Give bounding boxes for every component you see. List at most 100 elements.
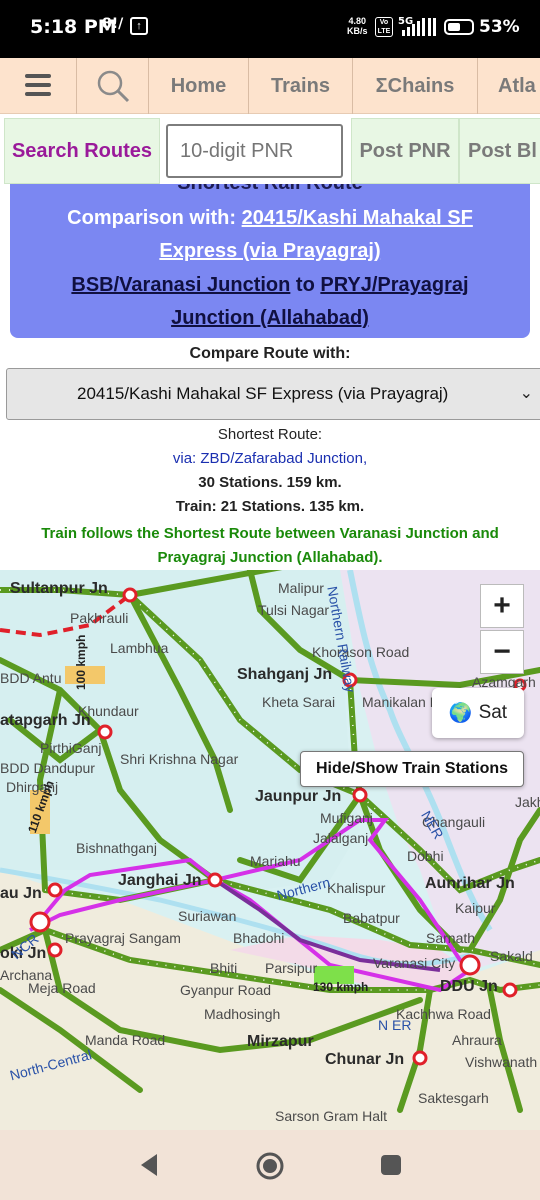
zoom-in-button[interactable]: + xyxy=(480,584,524,628)
map-station-label: Aunrihar Jn xyxy=(425,875,515,892)
battery-fill xyxy=(448,23,460,31)
route-stations: BSB/Varanasi Junction to PRYJ/Prayagraj … xyxy=(30,269,510,335)
network-speed: 4.80 KB/s xyxy=(347,16,368,36)
map-station-label: Manda Road xyxy=(85,1032,166,1048)
compare-route-selected: 20415/Kashi Mahakal SF Express (via Pray… xyxy=(77,384,449,403)
map-station-label: Madhosingh xyxy=(204,1006,281,1022)
map-station-label: Kaipur xyxy=(455,900,496,916)
map-station-label: Varanasi City xyxy=(373,955,456,971)
map-station-label: Lambhua xyxy=(110,640,169,656)
map-station-label: PirthiGanj xyxy=(40,740,102,756)
screen: 5:18 PM 8!/ ↑ 4.80 KB/s Vo LTE 5G 53% Ho… xyxy=(0,0,540,1200)
map-station-label: Chunar Jn xyxy=(325,1051,405,1068)
top-nav: Home Trains ΣChains Atla xyxy=(0,58,540,114)
map-station-label: Khalispur xyxy=(327,880,386,896)
map-station-label: Mufiganj xyxy=(320,810,373,826)
post-blog-button[interactable]: Post Bl xyxy=(459,118,540,184)
home-icon[interactable] xyxy=(255,1151,285,1181)
map-station-label: Ahraura xyxy=(452,1032,502,1048)
route-banner: Shortest Rail Route Comparison with: 204… xyxy=(10,184,530,338)
battery-icon xyxy=(444,19,474,35)
signal-icon: 5G xyxy=(398,16,436,36)
map-station-label: Gyanpur Road xyxy=(180,982,272,998)
map-station-label: DDU Jn xyxy=(440,978,498,995)
menu-button[interactable] xyxy=(0,58,77,114)
secondary-nav: Search Routes Post PNR Post Bl xyxy=(0,116,540,184)
map-station-label: Janghai Jn xyxy=(118,872,202,889)
search-icon xyxy=(97,70,129,103)
map-station-label: Suriawan xyxy=(178,908,237,924)
status-bar: 5:18 PM 8!/ ↑ 4.80 KB/s Vo LTE 5G 53% xyxy=(0,0,540,58)
shortest-route-stats: 30 Stations. 159 km. xyxy=(198,474,342,491)
toggle-stations-button[interactable]: Hide/Show Train Stations xyxy=(300,751,524,787)
comparison-text: Comparison with: 20415/Kashi Mahakal SF … xyxy=(30,202,510,268)
zoom-out-button[interactable]: − xyxy=(480,630,524,674)
pnr-input[interactable] xyxy=(166,124,343,178)
from-station-link[interactable]: BSB/Varanasi Junction xyxy=(71,274,290,296)
post-pnr-button[interactable]: Post PNR xyxy=(351,118,459,184)
map-station-label: Sarson Gram Halt xyxy=(275,1108,388,1124)
route-to-word: to xyxy=(295,274,315,296)
nav-home[interactable]: Home xyxy=(149,58,249,114)
map-station-label: Malipur xyxy=(278,580,324,596)
map-station-label: Prayagraj Sangam xyxy=(65,930,181,946)
via-link[interactable]: via: ZBD/Zafarabad Junction, xyxy=(0,450,540,467)
train-route-stats: Train: 21 Stations. 135 km. xyxy=(175,498,365,515)
compare-route-label: Compare Route with: xyxy=(189,345,351,362)
battery-percent: 53% xyxy=(479,17,520,37)
map-station-label: Khorason Road xyxy=(312,644,410,660)
map-station-label: Vishwanath Puri xyxy=(465,1054,540,1070)
map-station-label: Kheta Sarai xyxy=(262,694,336,710)
volte-icon: Vo LTE xyxy=(375,17,393,37)
map-station-label: Jakh xyxy=(515,794,540,810)
map-station-label: Pakhrauli xyxy=(70,610,129,626)
map-station-label: Sarnath xyxy=(426,930,476,946)
network-speed-value: 4.80 xyxy=(348,16,367,26)
upload-icon: ↑ xyxy=(130,17,148,35)
route-note: Train follows the Shortest Route between… xyxy=(41,525,499,566)
nav-atlas[interactable]: Atla xyxy=(478,58,540,114)
nav-trains[interactable]: Trains xyxy=(249,58,353,114)
map-station-label: Parsipur xyxy=(265,960,318,976)
recents-icon[interactable] xyxy=(380,1154,402,1176)
map-station-label: Mariahu xyxy=(250,853,301,869)
comparison-prefix: Comparison with: xyxy=(67,207,237,229)
map-station-label: Mirzapur xyxy=(247,1033,314,1050)
map-station-label: Jaunpur Jn xyxy=(255,788,342,805)
globe-icon: 🌍 xyxy=(448,703,473,724)
map-station-label: Shahganj Jn xyxy=(237,666,333,683)
search-button[interactable] xyxy=(77,58,149,114)
notification-icons: 8!/ xyxy=(102,16,124,32)
route-map[interactable]: Sultanpur Jn Pakhrauli Lambhua Malipur Tulsi… xyxy=(0,570,540,1130)
map-station-label: BDD Antu xyxy=(0,670,62,686)
chevron-down-icon: ⌄ xyxy=(519,385,533,402)
map-station-label: Meja Road xyxy=(28,980,96,996)
nav-chains[interactable]: ΣChains xyxy=(353,58,478,114)
map-station-label: Manikalan H xyxy=(362,694,440,710)
map-station-label: Babatpur xyxy=(343,910,400,926)
map-speed-label: 130 kmph xyxy=(313,980,369,994)
map-station-label: Sultanpur Jn xyxy=(10,580,108,597)
system-nav-bar xyxy=(0,1130,540,1200)
page-title: Shortest Rail Route xyxy=(10,184,530,195)
hamburger-icon xyxy=(25,74,51,96)
map-station-label: Dobhi xyxy=(407,848,444,864)
map-speed-label: 100 kmph xyxy=(74,634,88,690)
map-station-label: atapgarh Jn xyxy=(0,712,91,729)
network-type: 5G xyxy=(398,16,413,27)
tab-search-routes[interactable]: Search Routes xyxy=(4,118,160,184)
compare-route-select[interactable]: 20415/Kashi Mahakal SF Express (via Pray… xyxy=(6,368,540,420)
map-station-label: Jalalganj xyxy=(313,830,369,846)
map-station-label: au Jn xyxy=(0,885,42,902)
satellite-toggle[interactable]: 🌍 Sat xyxy=(432,688,524,738)
network-speed-unit: KB/s xyxy=(347,26,368,36)
map-station-label: Shri Krishna Nagar xyxy=(120,751,239,767)
back-icon[interactable] xyxy=(137,1152,161,1178)
map-station-label: Tulsi Nagar xyxy=(258,602,330,618)
map-station-label: Bhadohi xyxy=(233,930,285,946)
satellite-label: Sat xyxy=(478,702,508,723)
map-station-label: BDD Dandupur xyxy=(0,760,95,776)
shortest-route-heading: Shortest Route: xyxy=(217,426,323,443)
map-station-label: Sakald xyxy=(490,948,533,964)
map-station-label: Saktesgarh xyxy=(418,1090,489,1106)
